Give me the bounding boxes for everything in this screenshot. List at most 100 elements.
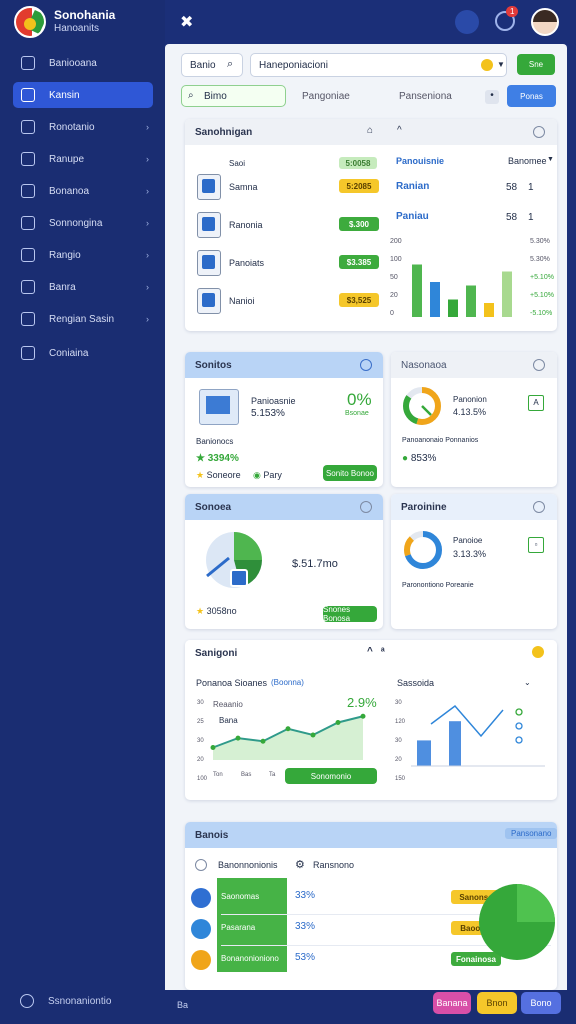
sonitos-button[interactable]: Sonito Bonoo — [323, 465, 377, 481]
user-icon[interactable] — [455, 10, 479, 34]
sidebar-item-4[interactable]: Bonanoa › — [13, 178, 153, 204]
tab-1[interactable]: Pangoniae — [302, 91, 350, 102]
brand[interactable]: Sonohania Hanoanits — [14, 6, 115, 38]
overview-row-label: Samna — [229, 182, 258, 192]
bar — [412, 264, 422, 317]
toggle-button[interactable]: • — [485, 90, 499, 104]
refresh-icon[interactable] — [360, 359, 372, 371]
chevron-right-icon: › — [146, 314, 149, 324]
sidebar: Sonohania Hanoanits Baniooana Kansin Ronot… — [0, 0, 165, 1024]
y-tick-label: 150 — [395, 776, 406, 782]
table-header-2: Ransnono — [313, 860, 355, 870]
close-icon[interactable]: ✖ — [180, 12, 193, 32]
sonoea-stat-value: 3058no — [206, 606, 237, 616]
chevron-up-icon[interactable]: ^ — [367, 646, 373, 657]
y-tick-label: 120 — [395, 719, 406, 725]
chevron-down-icon[interactable]: ⌄ — [524, 678, 531, 687]
filter-input-value: Bimo — [204, 91, 227, 102]
paroinine-value: 3.13.3% — [453, 549, 487, 559]
sonoea-stat: ★ 3058no — [196, 606, 237, 616]
table-row-pct: 33% — [295, 890, 316, 901]
sonitos-value: 5.153% — [251, 408, 285, 419]
y-tick-label: 100 — [197, 776, 208, 782]
point — [210, 745, 216, 750]
nasonaoa-value: 4.13.5% — [453, 407, 487, 417]
sidebar-item-label: Banra — [49, 281, 76, 293]
sonitos-stat-value: 3394% — [207, 453, 239, 464]
overview-num-c: 58 — [506, 212, 518, 223]
search-field[interactable]: Banio ⌕ — [181, 53, 243, 77]
main-content: Banio ⌕ Haneponiacioni ▼ Sne ⌕ Bimo Pang… — [165, 44, 567, 990]
bottom-button-3-label: Bono — [530, 998, 552, 1008]
sidebar-footer[interactable]: Ssnonaniontio — [20, 994, 111, 1008]
globe-icon — [21, 346, 35, 360]
chevron-right-icon: › — [146, 250, 149, 260]
tab-2[interactable]: Panseniona — [399, 91, 452, 102]
filter-button[interactable]: Ponas — [507, 85, 556, 107]
sidebar-item-9[interactable]: Coniaina — [13, 340, 153, 366]
row-icon — [197, 174, 221, 200]
trend-button[interactable]: Sonomonio — [285, 768, 377, 784]
select-dropdown[interactable]: Haneponiacioni ▼ — [250, 53, 507, 77]
overview-title: Sanohnigan — [195, 126, 253, 138]
right-tick-label: 5.30% — [530, 256, 550, 263]
nasonaoa-label: Panonion — [453, 395, 487, 404]
sidebar-item-3[interactable]: Ranupe › — [13, 146, 153, 172]
bottom-button-3[interactable]: Bono — [521, 992, 561, 1014]
sidebar-item-8[interactable]: Rengian Sasin › — [13, 306, 153, 332]
overview-col3: Banomee — [508, 156, 547, 166]
filter-input[interactable]: ⌕ Bimo — [181, 85, 286, 107]
expand-icon[interactable]: ▫ — [528, 537, 544, 553]
sidebar-item-7[interactable]: Banra › — [13, 274, 153, 300]
table-row-pct: 53% — [295, 952, 316, 963]
overview-row-label: Panoiats — [229, 258, 265, 268]
sidebar-item-label: Bonanoa — [49, 185, 90, 197]
bottom-button-2-label: Bnon — [486, 998, 508, 1008]
table-row-left: Bonanonioniono — [221, 954, 279, 963]
settings-icon — [20, 994, 34, 1008]
lock-icon[interactable]: ⌂ — [367, 125, 373, 136]
chevron-right-icon: › — [146, 154, 149, 164]
sonitos-sub: Bsonae — [345, 410, 369, 417]
y-tick-label: 30 — [197, 738, 204, 744]
paroinine-title: Paroinine — [401, 501, 447, 513]
sidebar-item-2[interactable]: Ronotanio › — [13, 114, 153, 140]
sidebar-item-0[interactable]: Baniooana — [13, 50, 153, 76]
sonoea-button[interactable]: Snones Bonosa — [323, 605, 377, 623]
chevron-right-icon: › — [146, 122, 149, 132]
info-icon[interactable] — [533, 359, 545, 371]
bar — [448, 299, 458, 317]
info-icon[interactable] — [533, 126, 545, 138]
nasonaoa-card: Nasonaoa Panonion 4.13.5% A Panoanonaio … — [391, 352, 557, 487]
table-chip[interactable]: Pansonano — [505, 828, 557, 839]
bottom-button-1[interactable]: Banana — [433, 992, 471, 1014]
sidebar-item-1[interactable]: Kansin — [13, 82, 153, 108]
sonitos-s2-label: Pary — [263, 470, 282, 480]
y-tick-label: 0 — [390, 310, 394, 317]
sidebar-item-6[interactable]: Rangio › — [13, 242, 153, 268]
overview-row-pill: 5:2085 — [339, 179, 379, 193]
chevron-up-icon[interactable]: ^ — [397, 125, 402, 136]
status-icon[interactable] — [532, 646, 544, 658]
info-icon[interactable] — [360, 501, 372, 513]
sonitos-button-label: Sonito Bonoo — [325, 468, 375, 478]
bottom-button-2[interactable]: Bnon — [477, 992, 517, 1014]
chevron-down-icon: ▼ — [497, 60, 505, 69]
overview-bar-chart: 200100502005.30%5.30%+5.10%+5.10%-5.10% — [390, 238, 554, 317]
mail-icon — [21, 152, 35, 166]
logo-icon — [14, 6, 46, 38]
sidebar-item-5[interactable]: Sonnongina › — [13, 210, 153, 236]
x-tick-label: Bas — [241, 772, 251, 778]
overview-num-d: 1 — [528, 212, 534, 223]
expand-icon[interactable]: A — [528, 395, 544, 411]
trend-card: Sanigoni ^ ᵃ Ponanoa Sioanes (Boonna) 2.… — [185, 640, 557, 800]
info-icon[interactable] — [533, 501, 545, 513]
sonoea-title: Sonoea — [195, 501, 232, 513]
chevron-down-small-icon[interactable]: ▼ — [547, 156, 554, 163]
sonitos-label: Panioasnie — [251, 396, 296, 406]
search-button[interactable]: Sne — [517, 54, 555, 75]
avatar[interactable] — [531, 8, 559, 36]
pin-icon[interactable]: ᵃ — [381, 646, 385, 657]
grid-icon — [21, 216, 35, 230]
y-tick-label: 200 — [390, 238, 402, 245]
